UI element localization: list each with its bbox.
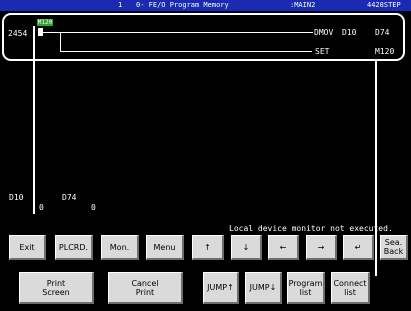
ladder-circuit-frame[interactable] xyxy=(2,13,405,61)
monitor-device-1: D10 xyxy=(9,193,24,202)
connect-list-button[interactable]: Connect list xyxy=(331,272,370,304)
monitor-device-2: D74 xyxy=(62,193,77,202)
header-program: :MAIN2 xyxy=(290,1,316,9)
rung-1-wire xyxy=(43,32,313,33)
print-screen-button[interactable]: Print Screen xyxy=(19,272,94,304)
cursor-left-button[interactable]: ← xyxy=(268,235,299,260)
title-bar: 1 0- FE/O Program Memory :MAIN2 4428STEP xyxy=(0,0,411,11)
left-bus-bar xyxy=(33,26,35,214)
rung-2-instruction[interactable]: SET xyxy=(315,47,329,56)
status-message: Local device monitor not executed. xyxy=(229,224,393,233)
cursor-down-button[interactable]: ↓ xyxy=(231,235,262,260)
header-title: 0- FE/O Program Memory xyxy=(136,1,229,9)
ladder-monitor-screen: 1 0- FE/O Program Memory :MAIN2 4428STEP… xyxy=(0,0,411,311)
header-segment: 1 xyxy=(118,1,123,9)
rung-2-operand-1: M120 xyxy=(375,47,395,56)
cursor-right-button[interactable]: → xyxy=(306,235,337,260)
monitor-value-2: 0 xyxy=(91,203,96,212)
branch-wire xyxy=(60,32,61,51)
header-steps: 4428STEP xyxy=(367,1,401,9)
rung-1-operand-1: D10 xyxy=(342,28,357,37)
step-number: 2454 xyxy=(8,29,28,38)
cursor-column-line xyxy=(375,60,377,276)
search-back-button[interactable]: Sea. Back xyxy=(380,235,408,260)
contact-device-label: M120 xyxy=(37,19,53,26)
program-list-button[interactable]: Program list xyxy=(287,272,325,304)
enter-button[interactable]: ↵ xyxy=(343,235,374,260)
menu-button[interactable]: Menu xyxy=(146,235,184,260)
rung-1-instruction[interactable]: DMOV xyxy=(314,28,333,37)
cursor-up-button[interactable]: ↑ xyxy=(192,235,224,260)
cancel-print-button[interactable]: Cancel Print xyxy=(108,272,183,304)
plcrd-button[interactable]: PLCRD. xyxy=(55,235,93,260)
rung-1-operand-2: D74 xyxy=(375,28,390,37)
exit-button[interactable]: Exit xyxy=(9,235,46,260)
rung-2-wire xyxy=(60,51,312,52)
monitor-button[interactable]: Mon. xyxy=(101,235,139,260)
jump-down-button[interactable]: JUMP↓ xyxy=(245,272,282,304)
monitor-value-1: 0 xyxy=(39,203,44,212)
jump-up-button[interactable]: JUMP↑ xyxy=(203,272,239,304)
